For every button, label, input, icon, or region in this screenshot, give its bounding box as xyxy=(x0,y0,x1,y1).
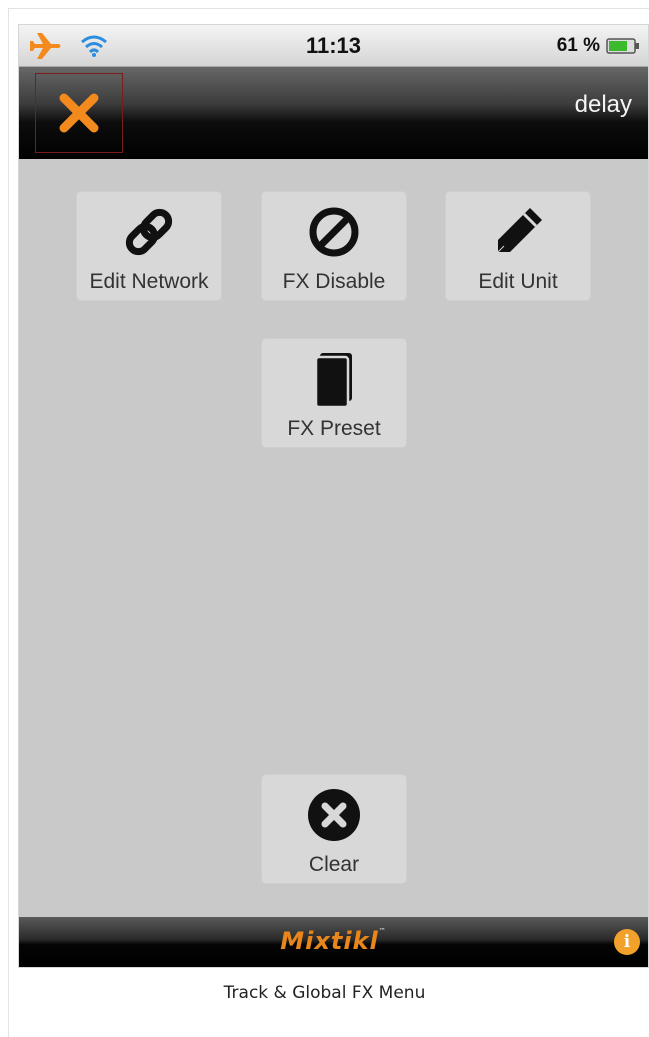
clear-button[interactable]: Clear xyxy=(261,774,407,884)
brand-name: Mixtikl xyxy=(280,927,379,955)
battery-percentage: 61 % xyxy=(556,35,600,56)
disable-icon xyxy=(309,207,359,257)
trademark-mark: ™ xyxy=(378,927,387,935)
figure-caption: Track & Global FX Menu xyxy=(223,983,426,1003)
fx-menu-grid: Edit Network FX Disable Edit Unit FX Pre… xyxy=(19,159,648,919)
footer-bar: Mixtikl™ i xyxy=(19,917,648,967)
fx-disable-button[interactable]: FX Disable xyxy=(261,191,407,301)
battery-icon xyxy=(606,38,639,54)
nav-title: delay xyxy=(574,91,632,118)
clear-icon xyxy=(308,789,360,841)
nav-bar: delay xyxy=(19,67,648,159)
edit-network-label: Edit Network xyxy=(89,270,209,293)
edit-unit-button[interactable]: Edit Unit xyxy=(445,191,591,301)
phone-screen: 11:13 61 % delay Edit Network FX Disable… xyxy=(18,24,649,968)
close-button[interactable] xyxy=(35,73,123,153)
link-icon xyxy=(125,208,173,256)
close-icon xyxy=(59,93,99,133)
status-time: 11:13 xyxy=(305,33,362,58)
edit-unit-label: Edit Unit xyxy=(478,270,558,293)
brand-logo: Mixtikl™ xyxy=(19,927,648,955)
status-bar: 11:13 61 % xyxy=(19,25,648,67)
fx-preset-label: FX Preset xyxy=(287,417,381,440)
edit-network-button[interactable]: Edit Network xyxy=(76,191,222,301)
clear-label: Clear xyxy=(308,853,360,876)
fx-disable-label: FX Disable xyxy=(282,270,386,293)
book-icon xyxy=(314,353,352,407)
info-icon[interactable]: i xyxy=(614,929,640,955)
pencil-icon xyxy=(497,208,542,253)
fx-preset-button[interactable]: FX Preset xyxy=(261,338,407,448)
